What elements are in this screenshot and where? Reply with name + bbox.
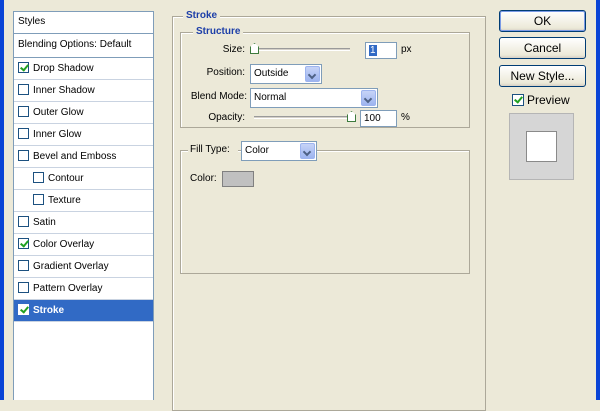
style-preview: [509, 113, 574, 180]
style-item-label: Bevel and Emboss: [33, 151, 117, 162]
style-item-label: Pattern Overlay: [33, 283, 103, 294]
style-item-label: Drop Shadow: [33, 63, 94, 74]
blending-options-item[interactable]: Blending Options: Default: [14, 34, 153, 58]
chevron-down-icon[interactable]: [300, 143, 315, 159]
stroke-group-title: Stroke: [183, 10, 221, 22]
gradient-overlay-checkbox[interactable]: [18, 259, 29, 271]
position-select[interactable]: Outside: [250, 64, 322, 84]
style-item-texture[interactable]: Texture: [14, 190, 153, 212]
ok-button[interactable]: OK: [499, 10, 586, 32]
bevel-and-emboss-checkbox[interactable]: [18, 149, 29, 161]
style-item-label: Color Overlay: [33, 239, 95, 250]
window-frame-left: [0, 0, 4, 400]
style-item-drop-shadow[interactable]: Drop Shadow: [14, 58, 153, 80]
fill-type-select-value: Color: [245, 145, 269, 156]
cancel-button[interactable]: Cancel: [499, 37, 586, 59]
style-item-gradient-overlay[interactable]: Gradient Overlay: [14, 256, 153, 278]
pattern-overlay-checkbox[interactable]: [18, 281, 29, 293]
blend-mode-label: Blend Mode:: [190, 91, 247, 102]
style-preview-swatch: [526, 131, 557, 162]
style-item-inner-glow[interactable]: Inner Glow: [14, 124, 153, 146]
size-input[interactable]: 1: [365, 42, 397, 59]
style-item-color-overlay[interactable]: Color Overlay: [14, 234, 153, 256]
fill-type-select[interactable]: Color: [241, 141, 317, 161]
style-item-label: Satin: [33, 217, 56, 228]
inner-glow-checkbox[interactable]: [18, 127, 29, 139]
outer-glow-checkbox[interactable]: [18, 105, 29, 117]
blend-mode-select[interactable]: Normal: [250, 88, 378, 108]
style-item-label: Texture: [48, 195, 81, 206]
opacity-unit: %: [401, 112, 410, 123]
style-item-stroke[interactable]: Stroke: [14, 300, 153, 322]
opacity-slider-track[interactable]: [254, 116, 352, 119]
preview-checkbox[interactable]: [512, 93, 524, 106]
style-item-pattern-overlay[interactable]: Pattern Overlay: [14, 278, 153, 300]
style-item-label: Inner Glow: [33, 129, 82, 140]
chevron-down-icon[interactable]: [361, 90, 376, 106]
position-select-value: Outside: [254, 68, 289, 79]
styles-list: Styles Blending Options: Default Drop Sh…: [13, 11, 154, 400]
color-label: Color:: [190, 173, 217, 184]
style-item-contour[interactable]: Contour: [14, 168, 153, 190]
drop-shadow-checkbox[interactable]: [18, 61, 29, 73]
blend-mode-select-value: Normal: [254, 92, 287, 103]
texture-checkbox[interactable]: [33, 193, 44, 205]
fill-group: [180, 150, 470, 274]
style-item-inner-shadow[interactable]: Inner Shadow: [14, 80, 153, 102]
opacity-label: Opacity:: [208, 112, 245, 123]
chevron-down-icon[interactable]: [305, 66, 320, 82]
contour-checkbox[interactable]: [33, 171, 44, 183]
preview-label: Preview: [527, 93, 570, 107]
style-item-bevel-and-emboss[interactable]: Bevel and Emboss: [14, 146, 153, 168]
style-item-label: Inner Shadow: [33, 85, 95, 96]
size-slider-track[interactable]: [254, 48, 350, 51]
size-unit: px: [401, 44, 412, 55]
stroke-checkbox[interactable]: [18, 303, 29, 315]
color-swatch[interactable]: [222, 171, 254, 187]
color-overlay-checkbox[interactable]: [18, 237, 29, 249]
structure-group-title: Structure: [193, 26, 244, 38]
style-item-label: Contour: [48, 173, 84, 184]
new-style-button[interactable]: New Style...: [499, 65, 586, 87]
styles-list-header: Styles: [14, 12, 153, 34]
size-label: Size:: [222, 44, 245, 55]
style-item-label: Outer Glow: [33, 107, 84, 118]
opacity-input[interactable]: 100: [360, 110, 397, 127]
position-label: Position:: [206, 67, 245, 78]
style-item-satin[interactable]: Satin: [14, 212, 153, 234]
style-item-outer-glow[interactable]: Outer Glow: [14, 102, 153, 124]
satin-checkbox[interactable]: [18, 215, 29, 227]
style-item-label: Gradient Overlay: [33, 261, 109, 272]
preview-toggle[interactable]: Preview: [512, 93, 570, 107]
window-frame-right: [596, 0, 600, 400]
fill-type-label: Fill Type:: [188, 143, 238, 157]
style-item-label: Stroke: [33, 305, 65, 316]
size-input-value: 1: [369, 45, 377, 56]
inner-shadow-checkbox[interactable]: [18, 83, 29, 95]
